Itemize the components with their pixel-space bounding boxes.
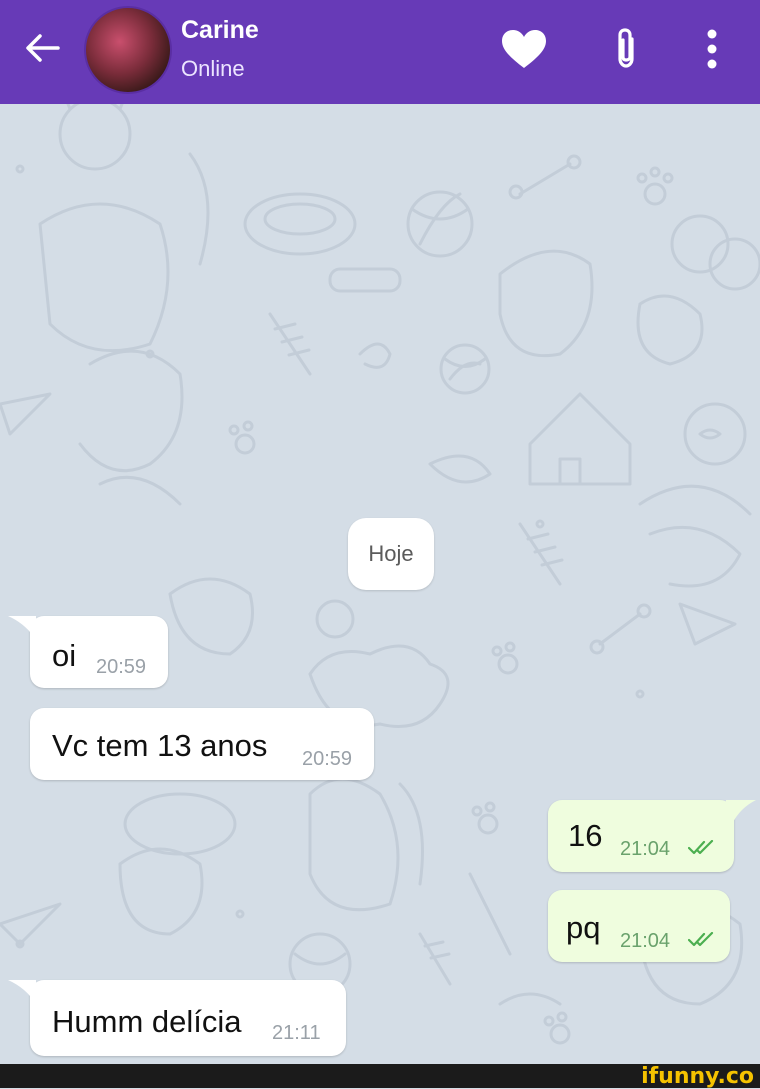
message-time: 20:59 (96, 656, 147, 678)
message-time: 21:11 (272, 1022, 321, 1044)
more-vertical-icon (707, 29, 717, 69)
arrow-left-icon (26, 34, 60, 62)
watermark-logo: ifunny.co (641, 1064, 754, 1089)
contact-avatar[interactable] (84, 6, 172, 94)
date-divider: Hoje (348, 518, 434, 590)
message-text: Vc tem 13 anos (52, 728, 268, 763)
message-bubble-outgoing[interactable]: pq 21:04 (548, 890, 730, 962)
message-bubble-incoming[interactable]: Vc tem 13 anos 20:59 (30, 708, 374, 780)
chat-header: Carine Online (0, 0, 760, 104)
bubble-tail (8, 616, 36, 640)
attach-button[interactable] (604, 26, 648, 72)
message-text: 16 (568, 818, 603, 853)
message-bubble-incoming[interactable]: oi 20:59 (30, 616, 168, 688)
favorite-button[interactable] (498, 26, 550, 72)
message-text: Humm delícia (52, 1004, 242, 1039)
message-time: 21:04 (620, 930, 671, 952)
bubble-tail (726, 800, 756, 824)
more-options-button[interactable] (694, 26, 730, 72)
watermark-bar: ifunny.co (0, 1064, 760, 1089)
double-check-icon (688, 932, 714, 947)
back-button[interactable] (20, 30, 64, 66)
message-text: oi (52, 638, 77, 673)
message-bubble-incoming[interactable]: Humm delícia 21:11 (30, 980, 346, 1056)
contact-status: Online (181, 56, 245, 81)
bubble-tail (8, 980, 36, 1004)
message-text: pq (566, 910, 601, 945)
message-time: 21:04 (620, 838, 671, 860)
heart-icon (502, 30, 546, 68)
contact-name[interactable]: Carine (181, 16, 259, 45)
double-check-icon (688, 840, 714, 855)
message-bubble-outgoing[interactable]: 16 21:04 (548, 800, 734, 872)
message-time: 20:59 (302, 748, 353, 770)
paperclip-icon (618, 28, 634, 68)
